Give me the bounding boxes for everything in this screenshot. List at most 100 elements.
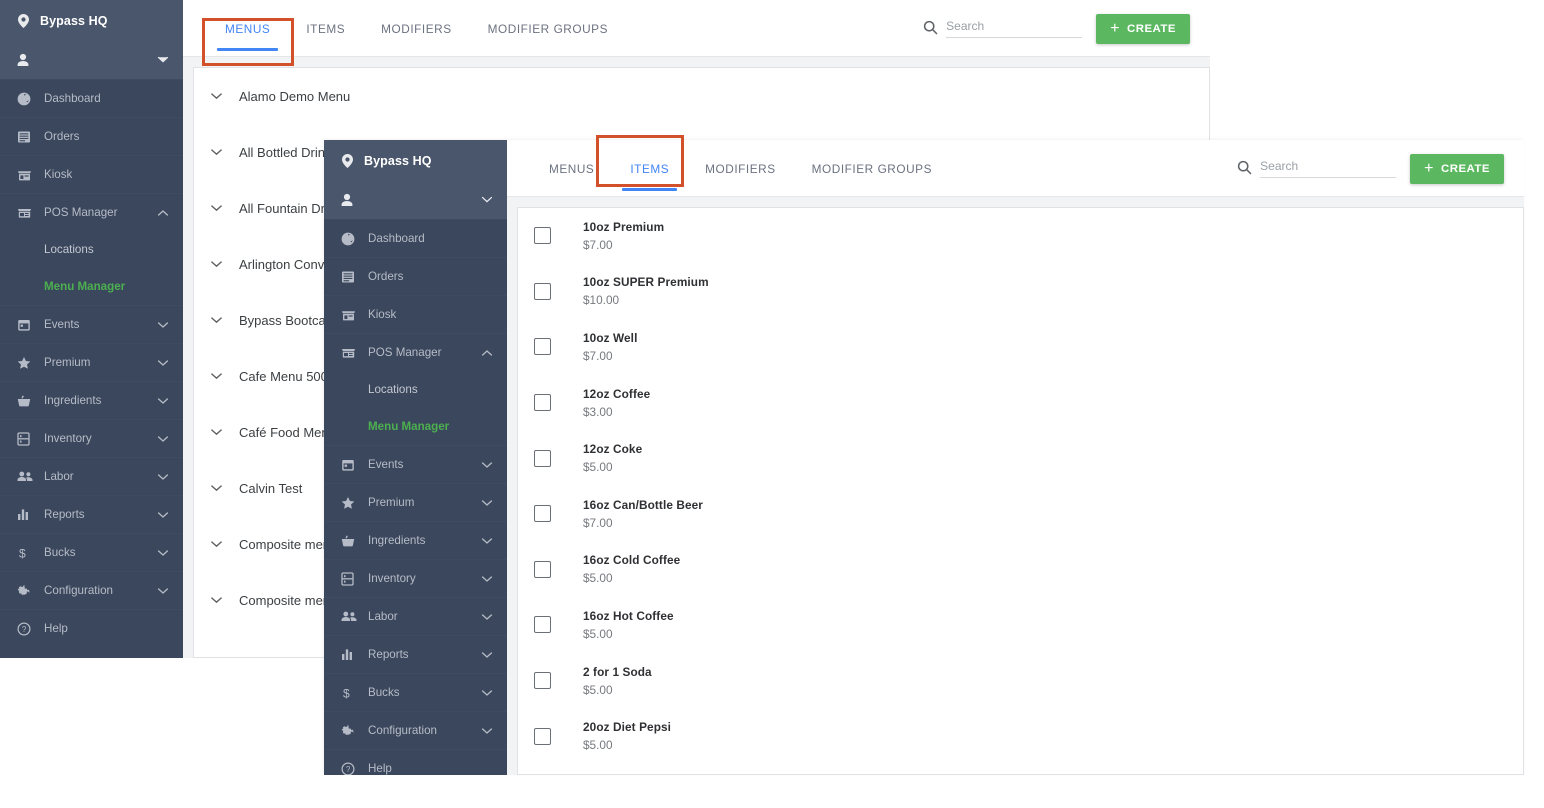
sidebar-brand[interactable]: Bypass HQ — [0, 0, 183, 42]
item-name: 2 for 1 Soda — [583, 664, 652, 679]
chevron-down-icon[interactable] — [210, 148, 223, 156]
sidebar-item-bucks[interactable]: $ Bucks — [0, 533, 183, 571]
chevron-down-icon[interactable] — [210, 372, 223, 380]
sidebar-subitem-locations[interactable]: Locations — [324, 371, 507, 408]
background-toolbar-actions: + CREATE — [923, 0, 1210, 57]
list-item[interactable]: 10oz Well $7.00 — [518, 319, 1523, 375]
star-icon — [17, 356, 35, 370]
item-checkbox[interactable] — [534, 560, 551, 578]
inventory-icon — [341, 571, 359, 586]
list-item[interactable]: 16oz Cold Coffee $5.00 — [518, 542, 1523, 598]
list-item[interactable]: 16oz Can/Bottle Beer $7.00 — [518, 486, 1523, 542]
chevron-down-icon[interactable] — [210, 204, 223, 212]
menu-accordion-row[interactable]: Alamo Demo Menu — [194, 68, 1209, 124]
sidebar-item-label: Reports — [368, 648, 409, 661]
tab-items[interactable]: ITEMS — [288, 0, 363, 57]
foreground-toolbar-actions: + CREATE — [1237, 140, 1524, 197]
sidebar-item-inventory[interactable]: Inventory — [0, 419, 183, 457]
item-checkbox[interactable] — [534, 282, 551, 300]
sidebar-subitem-locations[interactable]: Locations — [0, 231, 183, 268]
chevron-down-icon[interactable] — [210, 484, 223, 492]
list-item[interactable]: 16oz Hot Coffee $5.00 — [518, 597, 1523, 653]
sidebar-item-kiosk[interactable]: Kiosk — [324, 295, 507, 333]
sidebar-item-reports[interactable]: Reports — [324, 635, 507, 673]
sidebar-item-bucks[interactable]: $ Bucks — [324, 673, 507, 711]
sidebar-item-ingredients[interactable]: Ingredients — [0, 381, 183, 419]
basket-icon — [17, 394, 35, 408]
list-item[interactable]: 10oz Premium $7.00 — [518, 208, 1523, 264]
list-item[interactable]: 20oz Diet Pepsi $5.00 — [518, 708, 1523, 764]
sidebar-item-configuration[interactable]: Configuration — [0, 571, 183, 609]
tab-menus[interactable]: MENUS — [531, 140, 612, 197]
bar-chart-icon — [17, 508, 35, 521]
sidebar-brand[interactable]: Bypass HQ — [324, 140, 507, 182]
sidebar-item-events[interactable]: Events — [324, 445, 507, 483]
sidebar-user-row[interactable] — [324, 182, 507, 219]
sidebar-item-configuration[interactable]: Configuration — [324, 711, 507, 749]
search-input[interactable] — [1260, 159, 1397, 178]
chevron-down-icon[interactable] — [210, 316, 223, 324]
chevron-down-icon[interactable] — [210, 428, 223, 436]
chevron-down-icon — [157, 397, 169, 405]
tab-modifiers[interactable]: MODIFIERS — [687, 140, 794, 197]
item-text: 10oz SUPER Premium $10.00 — [583, 273, 709, 309]
item-checkbox[interactable] — [534, 338, 551, 356]
sidebar-item-ingredients[interactable]: Ingredients — [324, 521, 507, 559]
sidebar-item-help[interactable]: ? Help — [0, 609, 183, 647]
sidebar-item-premium[interactable]: Premium — [0, 343, 183, 381]
sidebar-item-dashboard[interactable]: Dashboard — [324, 219, 507, 257]
create-button[interactable]: + CREATE — [1096, 13, 1190, 44]
sidebar-item-orders[interactable]: Orders — [0, 117, 183, 155]
chevron-down-icon[interactable] — [210, 540, 223, 548]
list-item[interactable]: 2 for 1 Soda $5.00 — [518, 653, 1523, 709]
sidebar-item-labor[interactable]: Labor — [0, 457, 183, 495]
item-checkbox[interactable] — [534, 449, 551, 467]
tab-menus[interactable]: MENUS — [207, 0, 288, 57]
dashboard-icon — [17, 92, 35, 106]
list-item[interactable]: 12oz Coffee $3.00 — [518, 375, 1523, 431]
search-input[interactable] — [946, 19, 1083, 38]
tab-modifier-groups[interactable]: MODIFIER GROUPS — [794, 140, 950, 197]
list-item[interactable]: 20oz Dr. Pepper — [518, 764, 1523, 774]
list-item[interactable]: 10oz SUPER Premium $10.00 — [518, 264, 1523, 320]
tab-modifier-groups[interactable]: MODIFIER GROUPS — [470, 0, 626, 57]
item-text: 16oz Hot Coffee $5.00 — [583, 607, 674, 643]
chevron-down-icon — [481, 196, 493, 204]
sidebar-item-kiosk[interactable]: Kiosk — [0, 155, 183, 193]
item-checkbox[interactable] — [534, 727, 551, 745]
search-box[interactable] — [923, 19, 1083, 38]
sidebar-item-dashboard[interactable]: Dashboard — [0, 79, 183, 117]
sidebar-item-reports[interactable]: Reports — [0, 495, 183, 533]
sidebar-item-pos-manager[interactable]: POS Manager — [324, 333, 507, 371]
chevron-down-icon[interactable] — [210, 596, 223, 604]
item-checkbox[interactable] — [534, 505, 551, 523]
tab-items[interactable]: ITEMS — [612, 140, 687, 197]
sidebar-item-label: Reports — [44, 508, 85, 521]
sidebar-item-labor[interactable]: Labor — [324, 597, 507, 635]
list-item[interactable]: 12oz Coke $5.00 — [518, 430, 1523, 486]
chevron-down-icon[interactable] — [210, 260, 223, 268]
chevron-down-icon[interactable] — [210, 92, 223, 100]
sidebar-item-orders[interactable]: Orders — [324, 257, 507, 295]
item-name: 12oz Coffee — [583, 386, 651, 401]
chevron-down-icon — [481, 689, 493, 697]
sidebar-item-pos-manager[interactable]: POS Manager — [0, 193, 183, 231]
sidebar-item-help[interactable]: ? Help — [324, 749, 507, 775]
sidebar-item-premium[interactable]: Premium — [324, 483, 507, 521]
item-checkbox[interactable] — [534, 616, 551, 634]
sidebar-item-events[interactable]: Events — [0, 305, 183, 343]
item-checkbox[interactable] — [534, 227, 551, 245]
chevron-down-icon — [157, 587, 169, 595]
create-button[interactable]: + CREATE — [1410, 153, 1504, 184]
sidebar-item-inventory[interactable]: Inventory — [324, 559, 507, 597]
sidebar-subitem-menu-manager[interactable]: Menu Manager — [324, 408, 507, 445]
sidebar-subitem-menu-manager[interactable]: Menu Manager — [0, 268, 183, 305]
chevron-up-icon — [157, 209, 169, 217]
sidebar-subitem-label: Menu Manager — [368, 420, 450, 433]
sidebar-item-label: Kiosk — [44, 168, 73, 181]
item-checkbox[interactable] — [534, 672, 551, 690]
sidebar-user-row[interactable] — [0, 42, 183, 79]
tab-modifiers[interactable]: MODIFIERS — [363, 0, 470, 57]
search-box[interactable] — [1237, 159, 1397, 178]
item-checkbox[interactable] — [534, 394, 551, 412]
